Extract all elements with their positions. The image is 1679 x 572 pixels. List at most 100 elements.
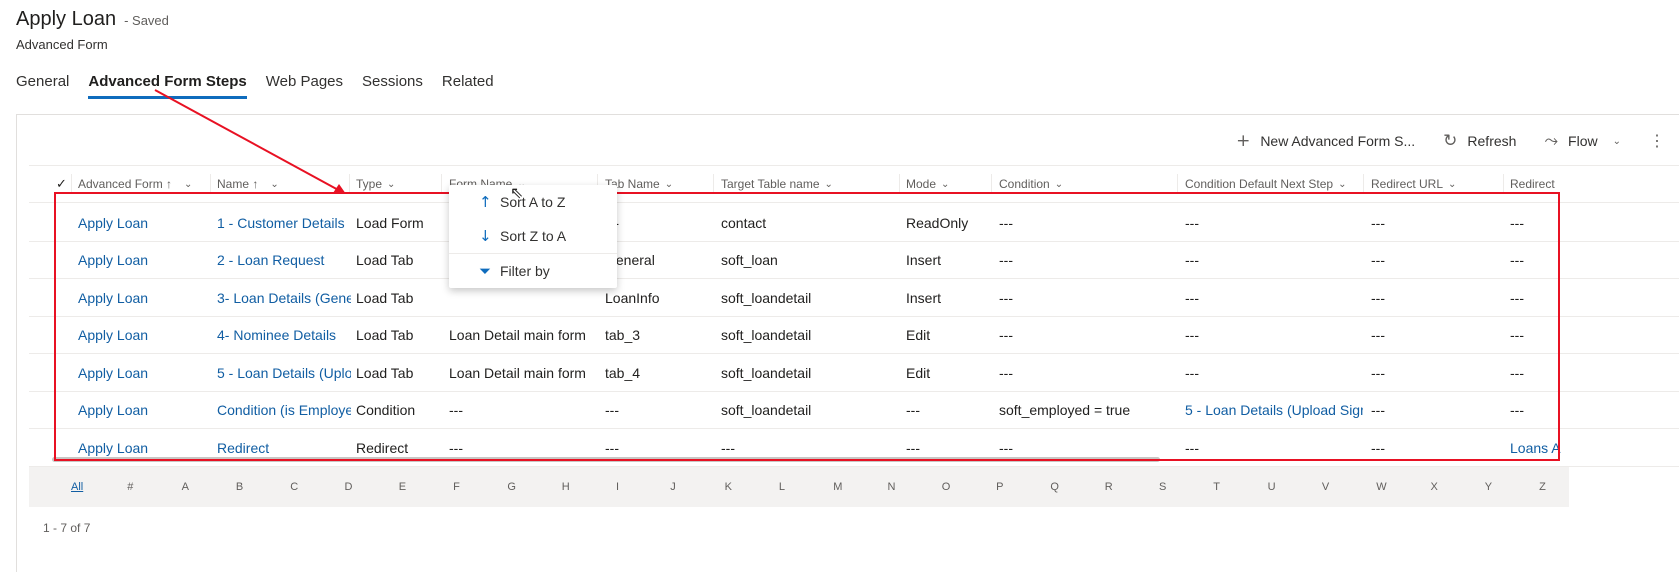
table-row[interactable]: Apply Loan 1 - Customer Details Load For… (29, 204, 1679, 242)
tab-web-pages[interactable]: Web Pages (266, 73, 343, 99)
next-step: --- (1185, 327, 1199, 343)
tab-advanced-form-steps[interactable]: Advanced Form Steps (88, 73, 247, 99)
sort-a-to-z-option[interactable]: ↑ Sort A to Z (449, 185, 617, 219)
record-count: 1 - 7 of 7 (43, 521, 91, 535)
column-header-condition[interactable]: Condition ⌄ (999, 166, 1063, 202)
jump-letter[interactable]: E (399, 467, 406, 507)
step-name-link[interactable]: Condition (is Employed (217, 392, 351, 429)
jump-letter[interactable]: J (670, 467, 676, 507)
jump-letter[interactable]: F (453, 467, 460, 507)
step-name-link[interactable]: 2 - Loan Request (217, 242, 351, 279)
table-row[interactable]: Apply Loan 2 - Loan Request Load Tab Gen… (29, 242, 1679, 279)
jump-letter[interactable]: Y (1485, 467, 1492, 507)
flow-icon: ⤳ (1544, 131, 1559, 151)
advanced-form-link[interactable]: Apply Loan (78, 204, 208, 241)
condition: --- (999, 214, 1013, 231)
advanced-form-link[interactable]: Apply Loan (78, 279, 208, 316)
target-table: soft_loan (721, 252, 778, 268)
step-name-link[interactable]: 1 - Customer Details (217, 204, 351, 241)
jump-letter[interactable]: R (1105, 467, 1113, 507)
target-table: soft_loandetail (721, 327, 812, 343)
sort-z-to-a-option[interactable]: ↓ Sort Z to A (449, 219, 617, 253)
next-step: --- (1185, 252, 1199, 268)
jump-letter[interactable]: Z (1539, 467, 1546, 507)
jump-letter[interactable]: U (1268, 467, 1276, 507)
new-record-button[interactable]: + New Advanced Form S... (1236, 131, 1415, 151)
column-header-name[interactable]: Name ↑ ⌄ (217, 166, 279, 202)
redirect: --- (1510, 252, 1524, 268)
flow-label: Flow (1568, 133, 1598, 149)
next-step: --- (1185, 364, 1199, 381)
grid-rows: Apply Loan 1 - Customer Details Load For… (29, 204, 1679, 467)
filter-by-option[interactable]: ⏷ Filter by (449, 254, 617, 288)
jump-letter[interactable]: Q (1050, 467, 1059, 507)
jump-letter[interactable]: # (127, 467, 133, 507)
jump-letter[interactable]: M (833, 467, 842, 507)
jump-letter[interactable]: All (71, 467, 83, 507)
mouse-cursor-icon: ⇖ (510, 183, 524, 202)
arrow-up-icon: ↑ (479, 193, 492, 211)
table-row[interactable]: Apply Loan 4- Nominee Details Load Tab L… (29, 317, 1679, 354)
tab-name: --- (605, 402, 619, 418)
jump-letter[interactable]: K (725, 467, 732, 507)
advanced-form-link[interactable]: Apply Loan (78, 354, 208, 391)
jump-letter[interactable]: O (942, 467, 951, 507)
chevron-down-icon: ⌄ (270, 178, 279, 190)
jump-letter[interactable]: S (1159, 467, 1166, 507)
horizontal-scrollbar[interactable] (52, 457, 1160, 462)
entity-name: Advanced Form (16, 37, 108, 52)
advanced-form-link[interactable]: Apply Loan (78, 392, 208, 429)
advanced-form-link[interactable]: Apply Loan (78, 317, 208, 354)
jump-letter[interactable]: L (779, 467, 785, 507)
column-header-redirect-url[interactable]: Redirect URL ⌄ (1371, 166, 1456, 202)
command-bar: + New Advanced Form S... ↻ Refresh ⤳ Flo… (1236, 131, 1665, 151)
column-header-next-step[interactable]: Condition Default Next Step ⌄ (1185, 166, 1346, 202)
target-table: soft_loandetail (721, 289, 812, 306)
step-name-link[interactable]: 4- Nominee Details (217, 317, 351, 354)
table-row[interactable]: Apply Loan 5 - Loan Details (Upload Load… (29, 354, 1679, 392)
jump-letter[interactable]: N (888, 467, 896, 507)
step-type: Condition (356, 402, 416, 418)
target-table: contact (721, 214, 767, 231)
condition: --- (999, 252, 1013, 268)
chevron-down-icon: ⌄ (941, 178, 950, 190)
column-divider (899, 174, 900, 194)
table-row[interactable]: Apply Loan 3- Loan Details (General Load… (29, 279, 1679, 317)
select-all-checkbox[interactable]: ✓ (56, 166, 67, 202)
form-name: Loan Detail main form (449, 364, 586, 381)
tab-related[interactable]: Related (442, 73, 494, 99)
column-header-advanced-form[interactable]: Advanced Form ↑ ⌄ (78, 166, 192, 202)
advanced-form-link[interactable]: Apply Loan (78, 242, 208, 279)
tab-general[interactable]: General (16, 73, 69, 99)
refresh-icon: ↻ (1443, 131, 1458, 151)
jump-letter[interactable]: T (1213, 467, 1220, 507)
jump-letter[interactable]: X (1431, 467, 1438, 507)
jump-letter[interactable]: P (996, 467, 1003, 507)
column-header-target-table[interactable]: Target Table name ⌄ (721, 166, 833, 202)
table-row[interactable]: Apply Loan Condition (is Employed Condit… (29, 392, 1679, 429)
jump-letter[interactable]: W (1376, 467, 1386, 507)
jump-letter[interactable]: G (507, 467, 516, 507)
jump-letter[interactable]: B (236, 467, 243, 507)
next-step-link[interactable]: 5 - Loan Details (Upload Signat (1185, 392, 1363, 429)
column-header-mode[interactable]: Mode ⌄ (906, 166, 949, 202)
refresh-button[interactable]: ↻ Refresh (1443, 131, 1516, 151)
column-header-redirect[interactable]: Redirect (1510, 166, 1555, 202)
jump-letter[interactable]: A (182, 467, 189, 507)
jump-letter[interactable]: C (290, 467, 298, 507)
flow-button[interactable]: ⤳ Flow ⌄ (1544, 131, 1621, 151)
redirect-url: --- (1371, 327, 1385, 343)
tab-sessions[interactable]: Sessions (362, 73, 423, 99)
jump-letter[interactable]: D (345, 467, 353, 507)
jump-letter[interactable]: I (616, 467, 619, 507)
redirect-link[interactable]: Loans A (1510, 429, 1570, 466)
step-name-link[interactable]: 5 - Loan Details (Upload (217, 354, 351, 391)
next-step: --- (1185, 214, 1199, 231)
condition: --- (999, 327, 1013, 343)
page-header: Apply Loan - Saved Advanced Form (16, 8, 169, 52)
jump-letter[interactable]: V (1322, 467, 1329, 507)
more-options-icon[interactable]: ⋮ (1649, 131, 1665, 151)
jump-letter[interactable]: H (562, 467, 570, 507)
step-name-link[interactable]: 3- Loan Details (General (217, 279, 351, 316)
column-header-type[interactable]: Type ⌄ (356, 166, 395, 202)
